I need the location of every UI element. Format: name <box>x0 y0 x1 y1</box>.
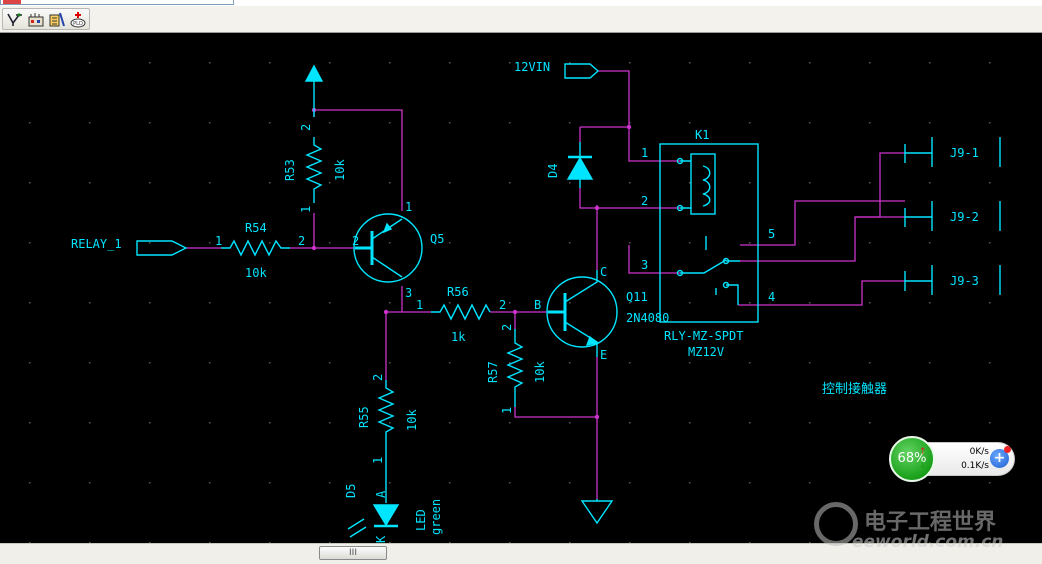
r56-pin2: 2 <box>499 298 506 312</box>
schematic-canvas[interactable]: RELAY_1 12VIN R54 10k 1 2 R53 10k 2 1 Q5… <box>0 33 1042 543</box>
toolbar: PLD <box>0 6 1042 33</box>
r55-pin2: 2 <box>371 374 385 381</box>
k1-pin4: 4 <box>768 290 775 304</box>
watermark-site: eeworld.com.cn <box>852 532 1004 552</box>
memory-usage-badge[interactable]: 68% <box>889 436 935 482</box>
watermark: 电子工程世界 eeworld.com.cn <box>812 498 1042 558</box>
relay-in-net-label: RELAY_1 <box>71 237 122 251</box>
r53-value: 10k <box>333 159 347 181</box>
k1-pin2: 2 <box>641 194 648 208</box>
d5-color: green <box>429 499 443 535</box>
q5-pin3: 3 <box>405 286 412 300</box>
upload-arrow-icon: ↑ <box>919 447 927 457</box>
r53-pin1: 1 <box>299 206 313 213</box>
scrollbar-thumb[interactable]: III <box>319 546 387 560</box>
svg-text:PLD: PLD <box>73 21 83 27</box>
q11-pin-b: B <box>534 298 541 312</box>
k1-part: RLY-MZ-SPDT <box>664 329 743 343</box>
j9-3-label: J9-3 <box>950 274 979 288</box>
r57-ref: R57 <box>486 361 500 383</box>
k1-pin5: 5 <box>768 227 775 241</box>
upload-speed: 0K/s <box>969 447 989 457</box>
j9-2-label: J9-2 <box>950 210 979 224</box>
upload-speed-row: ↑ 0K/s <box>919 446 989 458</box>
k1-ref: K1 <box>695 128 709 142</box>
r56-ref: R56 <box>447 285 469 299</box>
add-power-icon[interactable]: PLD <box>69 11 87 28</box>
r53-pin2: 2 <box>299 124 313 131</box>
r56-value: 1k <box>451 330 466 344</box>
notification-dot <box>1004 446 1011 453</box>
r55-value: 10k <box>405 409 419 431</box>
r57-pin2: 2 <box>500 324 514 331</box>
q5-ref: Q5 <box>430 232 444 246</box>
q11-part: 2N4080 <box>626 311 669 325</box>
q11-pin-c: C <box>600 265 607 279</box>
download-speed: 0.1K/s <box>961 461 989 471</box>
k1-pin1: 1 <box>641 146 648 160</box>
download-arrow-icon: ↓ <box>919 461 927 471</box>
r57-pin1: 1 <box>500 407 514 414</box>
note-text: 控制接触器 <box>822 381 887 397</box>
d5-ref: D5 <box>344 484 358 498</box>
wire-tool-icon[interactable] <box>6 11 24 28</box>
k1-pin3: 3 <box>641 258 648 272</box>
network-monitor-widget[interactable]: 68% ↑ 0K/s ↓ 0.1K/s + <box>889 436 1017 482</box>
r57-value: 10k <box>533 361 547 383</box>
d5-pin-k: K <box>374 535 388 543</box>
r55-ref: R55 <box>357 406 371 428</box>
r55-pin1: 1 <box>371 457 385 464</box>
d5-value: LED <box>414 509 428 531</box>
r54-pin2: 2 <box>298 234 305 248</box>
q5-pin2: 2 <box>352 234 359 248</box>
q11-pin-e: E <box>600 348 607 362</box>
j9-1-label: J9-1 <box>950 146 979 160</box>
r54-pin1: 1 <box>215 234 222 248</box>
k1-value: MZ12V <box>688 345 724 359</box>
grid-dots <box>0 33 1042 543</box>
download-speed-row: ↓ 0.1K/s <box>919 460 989 472</box>
q5-pin1: 1 <box>405 200 412 214</box>
toolbar-group: PLD <box>2 8 90 30</box>
d4-ref: D4 <box>546 164 560 178</box>
document-icon <box>3 0 21 4</box>
d5-pin-a: A <box>374 490 388 498</box>
part-tool-icon[interactable] <box>48 11 66 28</box>
bus-tool-icon[interactable] <box>27 11 45 28</box>
r54-value: 10k <box>245 266 267 280</box>
document-tab[interactable] <box>0 0 234 5</box>
r56-pin1: 1 <box>416 298 423 312</box>
r53-ref: R53 <box>283 159 297 181</box>
r54-ref: R54 <box>245 221 267 235</box>
supply-net-label: 12VIN <box>514 60 550 74</box>
q11-ref: Q11 <box>626 290 648 304</box>
